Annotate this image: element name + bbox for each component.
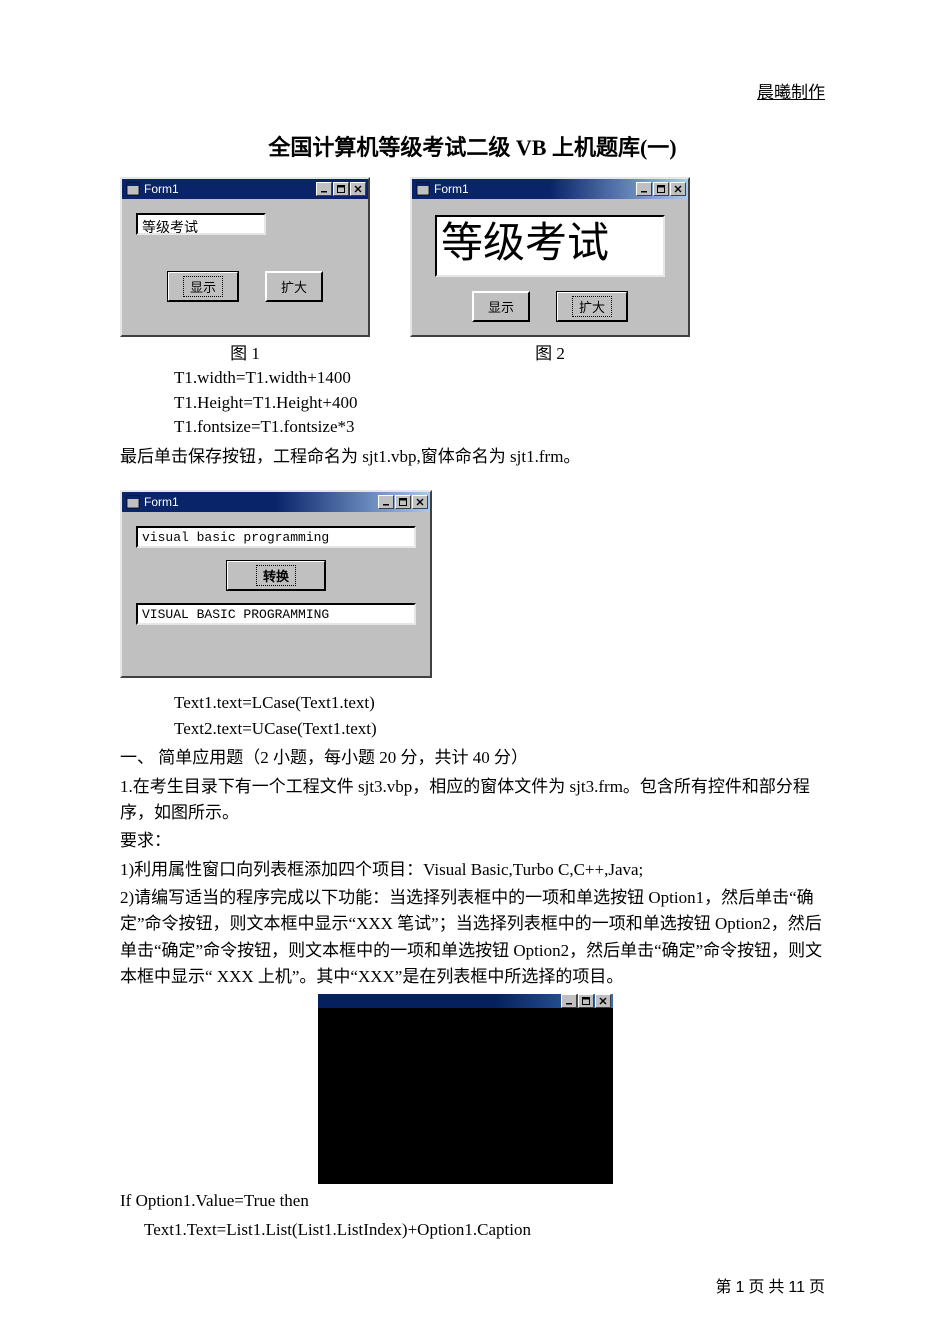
figure-1: Form1	[120, 177, 370, 364]
paragraph: 要求：	[120, 828, 825, 854]
vb-window-3: Form1 visual basic programming 转换 VISUAL…	[120, 490, 432, 678]
textbox-t1-large[interactable]: 等级考试	[435, 215, 665, 277]
paragraph: 1)利用属性窗口向列表框添加四个项目：Visual Basic,Turbo C,…	[120, 857, 825, 883]
convert-button[interactable]: 转换	[226, 560, 326, 591]
vb-window-2: Form1 等级考试	[410, 177, 690, 337]
footer-mid: 页 共	[744, 1279, 788, 1296]
enlarge-button[interactable]: 扩大	[556, 291, 628, 322]
window-controls	[315, 182, 366, 196]
form-icon	[126, 495, 140, 509]
minimize-button[interactable]	[636, 182, 652, 196]
titlebar	[318, 994, 613, 1008]
close-button[interactable]	[412, 495, 428, 509]
page-footer: 第 1 页 共 11 页	[715, 1273, 825, 1297]
page-title: 全国计算机等级考试二级 VB 上机题库(一)	[120, 130, 825, 162]
close-button[interactable]	[350, 182, 366, 196]
minimize-button[interactable]	[316, 182, 332, 196]
paragraph: 最后单击保存按钮，工程命名为 sjt1.vbp,窗体命名为 sjt1.frm。	[120, 444, 825, 470]
window-title: Form1	[434, 182, 469, 196]
code-block-1: T1.width=T1.width+1400 T1.Height=T1.Heig…	[120, 366, 825, 440]
section-heading: 一、 简单应用题（2 小题，每小题 20 分，共计 40 分）	[120, 745, 825, 771]
textbox-output[interactable]: VISUAL BASIC PROGRAMMING	[136, 603, 416, 625]
code-line: Text2.text=UCase(Text1.text)	[174, 716, 825, 742]
titlebar: Form1	[122, 492, 430, 512]
footer-prefix: 第	[715, 1279, 735, 1296]
code-line: T1.Height=T1.Height+400	[174, 391, 825, 416]
code-line: Text1.Text=List1.List(List1.ListIndex)+O…	[120, 1217, 825, 1243]
paragraph: 1.在考生目录下有一个工程文件 sjt3.vbp，相应的窗体文件为 sjt3.f…	[120, 774, 825, 827]
figure-row: Form1	[120, 177, 825, 364]
code-line: T1.fontsize=T1.fontsize*3	[174, 415, 825, 440]
header-credit: 晨曦制作	[757, 78, 825, 103]
minimize-button[interactable]	[561, 994, 577, 1008]
titlebar: Form1	[122, 179, 368, 199]
code-line: If Option1.Value=True then	[120, 1188, 825, 1214]
titlebar: Form1	[412, 179, 688, 199]
maximize-button[interactable]	[333, 182, 349, 196]
code-line: Text1.text=LCase(Text1.text)	[174, 690, 825, 716]
page-total: 11	[788, 1279, 805, 1296]
minimize-button[interactable]	[378, 495, 394, 509]
maximize-button[interactable]	[395, 495, 411, 509]
window-title: Form1	[144, 495, 179, 509]
enlarge-button-label: 扩大	[572, 296, 612, 317]
figure-2-caption: 图 2	[535, 339, 565, 364]
textbox-t1[interactable]: 等级考试	[136, 213, 266, 235]
close-button[interactable]	[670, 182, 686, 196]
window-controls	[635, 182, 686, 196]
enlarge-button-label: 扩大	[281, 277, 307, 296]
footer-suffix: 页	[805, 1279, 825, 1296]
maximize-button[interactable]	[578, 994, 594, 1008]
vb-window-1: Form1	[120, 177, 370, 337]
figure-1-caption: 图 1	[230, 339, 260, 364]
code-block-2: Text1.text=LCase(Text1.text) Text2.text=…	[120, 690, 825, 741]
dark-screenshot-placeholder	[318, 994, 613, 1184]
display-button-label: 显示	[488, 297, 514, 316]
window-title: Form1	[144, 182, 179, 196]
paragraph: 2)请编写适当的程序完成以下功能：当选择列表框中的一项和单选按钮 Option1…	[120, 885, 825, 990]
display-button-label: 显示	[183, 276, 223, 297]
display-button[interactable]: 显示	[167, 271, 239, 302]
window-controls	[377, 495, 428, 509]
form-icon	[416, 182, 430, 196]
enlarge-button[interactable]: 扩大	[265, 271, 323, 302]
textbox-input[interactable]: visual basic programming	[136, 526, 416, 548]
code-line: T1.width=T1.width+1400	[174, 366, 825, 391]
form-icon	[126, 182, 140, 196]
maximize-button[interactable]	[653, 182, 669, 196]
close-button[interactable]	[595, 994, 611, 1008]
display-button[interactable]: 显示	[472, 291, 530, 322]
figure-2: Form1 等级考试	[410, 177, 690, 364]
convert-button-label: 转换	[256, 565, 296, 586]
